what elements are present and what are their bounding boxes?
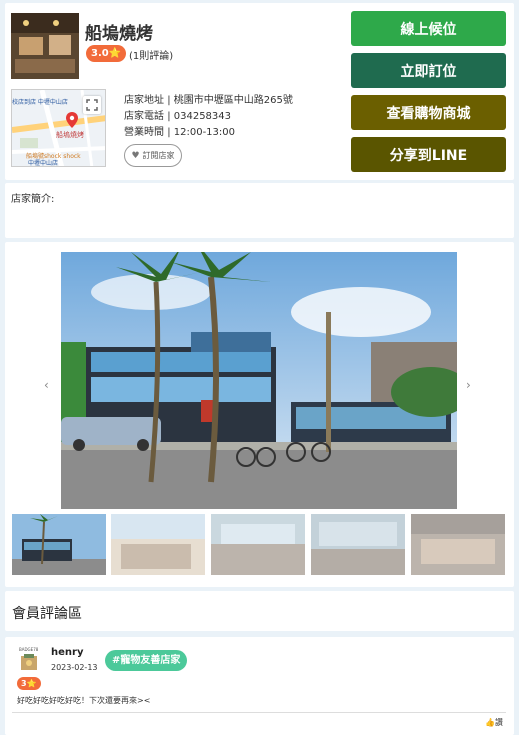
- thumbs-up-icon: 👍: [485, 718, 495, 727]
- store-rating-badge: 3.0⭐: [86, 45, 127, 62]
- map-expand-icon[interactable]: [83, 96, 101, 114]
- reviewer-avatar: BADGE78: [19, 647, 41, 673]
- store-map[interactable]: 校店到店 中壢中山店 船塢燒烤 船塢號shock shock 中壢中山店: [11, 89, 106, 167]
- gallery-thumb[interactable]: [311, 514, 405, 575]
- gallery-thumb[interactable]: [111, 514, 205, 575]
- gallery-thumb[interactable]: [211, 514, 305, 575]
- reviewer-name[interactable]: henry: [51, 647, 83, 658]
- address-label: 店家地址: [124, 95, 164, 106]
- reviews-section-title: 會員評論區: [12, 606, 82, 622]
- store-hours: 營業時間 | 12:00-13:00: [124, 123, 235, 138]
- store-address: 店家地址 | 桃園市中壢區中山路265號: [124, 91, 293, 106]
- gallery-main-image[interactable]: [61, 252, 457, 509]
- follow-store-button[interactable]: ♥ 訂閱店家: [124, 144, 182, 167]
- phone-label: 店家電話: [124, 111, 164, 122]
- gallery-thumb[interactable]: [411, 514, 505, 575]
- like-button[interactable]: 👍讚: [485, 717, 503, 728]
- address-value: 桃園市中壢區中山路265號: [173, 95, 293, 106]
- store-intro-label: 店家簡介:: [11, 194, 55, 205]
- heart-icon: ♥: [131, 150, 140, 161]
- map-store-label: 船塢燒烤: [56, 131, 84, 139]
- phone-value[interactable]: 034258343: [174, 111, 231, 122]
- store-phone: 店家電話 | 034258343: [124, 107, 231, 122]
- store-cover-image[interactable]: [11, 13, 79, 79]
- hours-value: 12:00-13:00: [173, 127, 235, 138]
- hours-label: 營業時間: [124, 127, 164, 138]
- review-text: 好吃好吃好吃好吃！下次還要再來><: [17, 696, 151, 705]
- review-count[interactable]: (1則評論): [129, 47, 173, 62]
- map-pin-icon: [66, 112, 78, 128]
- map-nearby-label-bottom2: 中壢中山店: [28, 160, 59, 167]
- store-intro-card: [5, 183, 514, 238]
- review-rating-badge: 3⭐: [17, 677, 41, 690]
- like-label: 讚: [494, 718, 503, 727]
- shop-mall-button[interactable]: 查看購物商城: [351, 95, 506, 130]
- review-tag-badge[interactable]: #寵物友善店家: [105, 650, 188, 671]
- gallery-prev-icon[interactable]: ‹: [44, 378, 49, 392]
- reserve-now-button[interactable]: 立即訂位: [351, 53, 506, 88]
- gallery-next-icon[interactable]: ›: [466, 378, 471, 392]
- online-queue-button[interactable]: 線上候位: [351, 11, 506, 46]
- review-divider: [12, 712, 506, 713]
- follow-label: 訂閱店家: [142, 151, 175, 160]
- review-date: 2023-02-13: [51, 663, 98, 672]
- map-nearby-label-top: 校店到店 中壢中山店: [12, 99, 68, 106]
- share-line-button[interactable]: 分享到LINE: [351, 137, 506, 172]
- gallery-thumb[interactable]: [12, 514, 106, 575]
- store-name: 船塢燒烤: [85, 24, 153, 44]
